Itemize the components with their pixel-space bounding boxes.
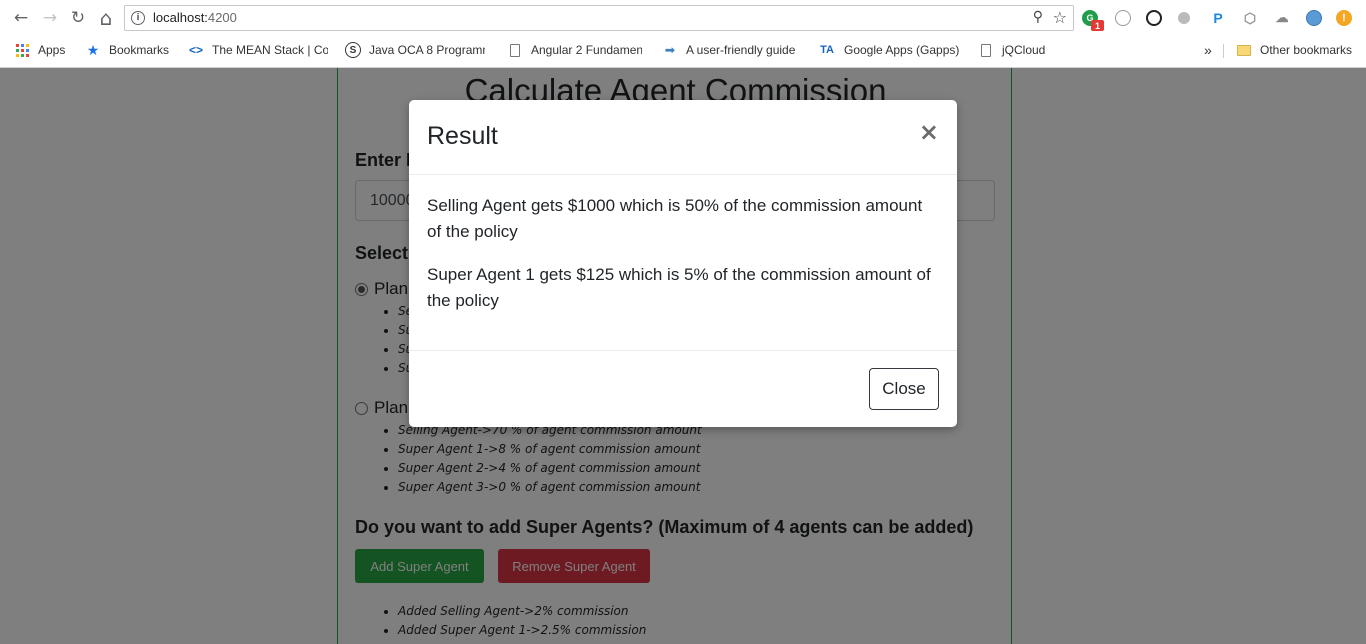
modal-header: Result × [409,100,957,175]
bookmark-mean-stack[interactable]: <> The MEAN Stack | Co [188,41,328,59]
bookmark-label: Other bookmarks [1260,43,1353,57]
bookmark-star-icon[interactable]: ☆ [1053,8,1067,27]
file-icon [978,42,994,58]
bookmark-label: jQCloud [1002,43,1046,57]
bookmarks-separator [1223,44,1224,58]
bookmark-label: Angular 2 Fundamen [531,43,642,57]
bookmark-label: The MEAN Stack | Co [212,43,328,57]
bookmark-user-guide[interactable]: ➟ A user-friendly guide [662,41,802,59]
bookmarks-bar: Apps ★ Bookmarks <> The MEAN Stack | Co … [0,38,1366,62]
result-modal: Result × Selling Agent gets $1000 which … [409,100,957,427]
result-line-selling-agent: Selling Agent gets $1000 which is 50% of… [427,196,923,241]
extension-cube-icon[interactable]: ⬡ [1242,10,1258,26]
menu-alert-icon[interactable]: ! [1336,10,1352,26]
result-line-super-agent-1: Super Agent 1 gets $125 which is 5% of t… [427,265,931,310]
extension-globe-icon[interactable] [1306,10,1322,26]
address-bar[interactable]: i localhost:4200 ⚲ ☆ [124,5,1074,31]
address-url[interactable]: localhost:4200 [153,10,237,25]
url-host: localhost: [153,10,208,25]
bookmark-label: Apps [38,43,66,57]
reload-icon[interactable]: ↻ [66,7,90,29]
extension-badge: 1 [1091,20,1104,31]
bookmark-angular[interactable]: Angular 2 Fundamen [507,41,642,59]
modal-title: Result [427,122,498,150]
modal-footer: Close [409,350,957,427]
extension-gray-icon[interactable] [1178,12,1190,24]
apps-grid-icon [14,42,30,58]
bookmark-other[interactable]: Other bookmarks [1236,41,1352,59]
info-icon[interactable]: i [131,11,145,25]
bookmark-label: Google Apps (Gapps) [844,43,960,57]
bookmark-jqcloud[interactable]: jQCloud [978,41,1045,59]
folder-icon [1236,42,1252,58]
browser-chrome: ← → ↻ ⌂ i localhost:4200 ⚲ ☆ G 1 P ⬡ ☁ ! [0,0,1366,68]
url-port: 4200 [207,10,237,25]
home-icon[interactable]: ⌂ [94,6,118,30]
bookmark-google-apps[interactable]: TA Google Apps (Gapps) [818,41,960,59]
s-logo-icon: S [345,42,361,58]
zoom-icon[interactable]: ⚲ [1033,9,1043,25]
bookmark-apps[interactable]: Apps [14,41,65,59]
forward-icon[interactable]: → [38,7,62,29]
bookmark-bookmarks[interactable]: ★ Bookmarks [85,41,169,59]
bookmark-java-oca[interactable]: S Java OCA 8 Programm [345,41,485,59]
close-icon[interactable]: × [919,118,939,146]
bookmark-label: A user-friendly guide [686,43,796,57]
arrow-icon: ➟ [664,43,676,57]
bookmark-label: Java OCA 8 Programm [369,43,485,57]
modal-body: Selling Agent gets $1000 which is 50% of… [427,193,941,331]
extension-circle-icon[interactable] [1115,10,1131,26]
extension-cloud-icon[interactable]: ☁ [1274,10,1290,26]
star-icon: ★ [86,41,100,58]
file-icon [507,42,523,58]
browser-toolbar: ← → ↻ ⌂ i localhost:4200 ⚲ ☆ G 1 P ⬡ ☁ ! [0,0,1366,36]
back-icon[interactable]: ← [9,7,33,29]
bookmark-label: Bookmarks [109,43,170,57]
code-icon: <> [188,43,203,57]
bookmarks-overflow-icon[interactable]: » [1204,41,1212,59]
extension-ring-icon[interactable] [1146,10,1162,26]
ta-logo-icon: TA [820,44,834,56]
extension-p-icon[interactable]: P [1210,10,1226,26]
close-button[interactable]: Close [869,368,939,410]
